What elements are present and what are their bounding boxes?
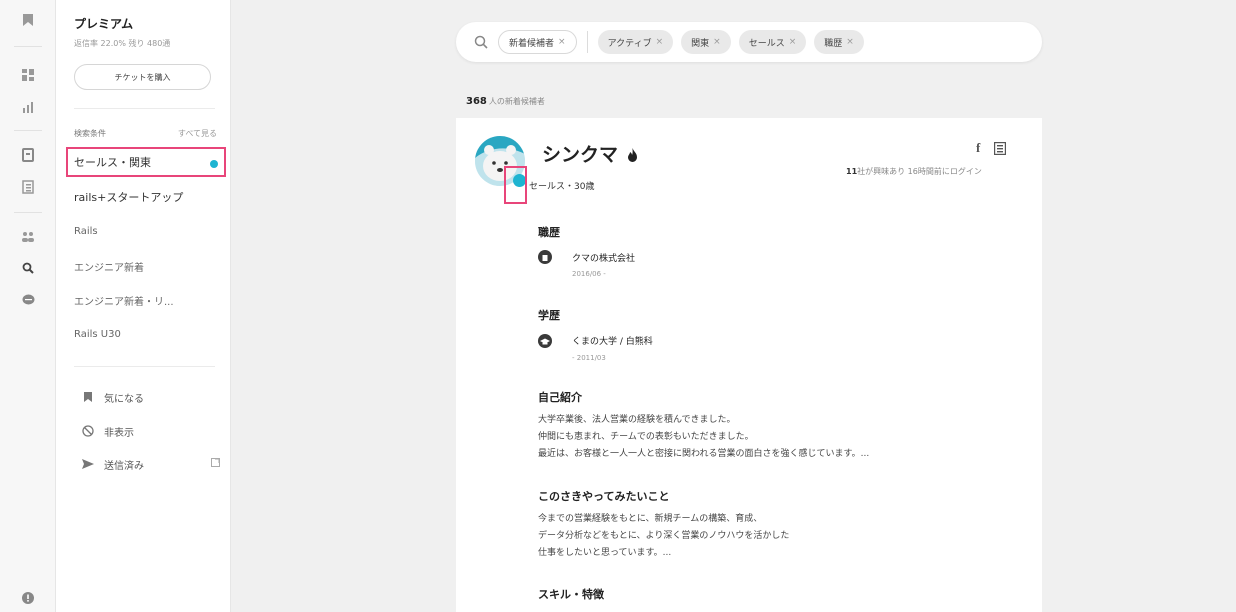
aspiration-line: 今までの営業経験をもとに、新規チームの構築、育成、: [538, 514, 763, 524]
condition-item-sales-kanto[interactable]: セールス・関東: [66, 147, 226, 177]
education-header: 学歴: [538, 309, 560, 322]
intro-line: 仲間にも恵まれ、チームでの表彰もいただきました。: [538, 432, 754, 442]
aspiration-line: 仕事をしたいと思っています。...: [538, 548, 672, 558]
condition-label: Rails: [74, 225, 98, 237]
intro-text: 大学卒業後、法人営業の経験を積んできました。 仲間にも恵まれ、チームでの表彰もい…: [538, 412, 998, 463]
skills-header: スキル・特徴: [538, 588, 604, 601]
document-icon[interactable]: [0, 143, 56, 167]
result-count-label: 人の新着候補者: [488, 97, 545, 106]
education-school: くまの大学 / 白熊科: [572, 337, 653, 347]
condition-item[interactable]: Rails: [66, 216, 226, 246]
intro-header: 自己紹介: [538, 391, 582, 404]
chip-remove-icon[interactable]: ×: [558, 37, 566, 47]
bookmark-icon: [80, 391, 96, 403]
info-icon[interactable]: [0, 586, 56, 610]
see-all-link[interactable]: すべて見る: [178, 128, 217, 139]
condition-item[interactable]: エンジニア新着・リ...: [66, 285, 226, 315]
nav-label: 気になる: [104, 393, 144, 405]
filter-chip-active[interactable]: アクティブ ×: [597, 30, 674, 54]
intro-line: 大学卒業後、法人営業の経験を積んできました。: [538, 415, 736, 425]
sidebar: プレミアム 返信率 22.0% 残り 480通 チケットを購入 検索条件 すべて…: [56, 0, 231, 612]
rail-divider: [14, 46, 42, 47]
candidate-name-text: シンクマ: [542, 144, 619, 166]
rail-divider: [14, 212, 42, 213]
interest-text: 社が興味あり 16時間前にログイン: [857, 167, 982, 176]
education-date: - 2011/03: [572, 354, 606, 362]
condition-item[interactable]: エンジニア新着: [66, 251, 226, 281]
filter-chip-career[interactable]: 職歴 ×: [814, 30, 864, 54]
candidate-name: シンクマ: [542, 140, 638, 167]
condition-label: Rails U30: [74, 328, 121, 340]
chip-remove-icon[interactable]: ×: [713, 37, 721, 47]
condition-item[interactable]: rails+スタートアップ: [66, 182, 226, 212]
chip-remove-icon[interactable]: ×: [846, 37, 854, 47]
rail-divider: [14, 130, 42, 131]
filter-chip-kanto[interactable]: 関東 ×: [681, 30, 731, 54]
dashboard-icon[interactable]: [0, 63, 56, 87]
graduation-icon: [538, 334, 552, 348]
chip-label: アクティブ: [607, 38, 652, 49]
chip-label: 職歴: [824, 38, 843, 49]
resume-icon[interactable]: [994, 142, 1007, 155]
search-conditions-header: 検索条件 すべて見る: [74, 128, 217, 139]
bar-chart-icon[interactable]: [0, 95, 56, 119]
aspiration-line: データ分析などをもとに、より深く営業のノウハウを活かした: [538, 531, 790, 541]
condition-label: rails+スタートアップ: [74, 191, 184, 204]
aspiration-header: このさきやってみたいこと: [538, 490, 670, 503]
plan-reply-rate: 返信率 22.0% 残り 480通: [74, 39, 171, 48]
chip-remove-icon[interactable]: ×: [789, 37, 797, 47]
candidate-social-links: f: [976, 140, 1007, 156]
sidebar-divider: [74, 366, 215, 367]
filter-search-bar[interactable]: 新着候補者 × アクティブ × 関東 × セールス × 職歴 ×: [456, 22, 1042, 62]
condition-label: エンジニア新着: [74, 262, 144, 274]
people-icon[interactable]: [0, 225, 56, 249]
list-icon[interactable]: [0, 175, 56, 199]
icon-rail: [0, 0, 56, 612]
chip-separator: [586, 31, 588, 53]
condition-item[interactable]: Rails U30: [66, 319, 226, 349]
search-icon: [474, 35, 488, 49]
send-icon: [80, 459, 96, 469]
nav-label: 送信済み: [104, 460, 144, 472]
status-highlight-box: [504, 166, 527, 204]
nav-interested[interactable]: 気になる: [80, 387, 220, 407]
sidebar-divider: [74, 108, 215, 109]
flame-icon: [627, 148, 638, 163]
search-conditions-label: 検索条件: [74, 129, 106, 138]
career-header: 職歴: [538, 226, 560, 239]
building-icon: [538, 250, 552, 264]
plan-title: プレミアム: [74, 17, 134, 31]
nav-hidden[interactable]: 非表示: [80, 421, 220, 441]
chip-label: 新着候補者: [509, 38, 555, 49]
chip-label: セールス: [748, 38, 785, 49]
facebook-icon[interactable]: f: [976, 140, 980, 155]
intro-line: 最近は、お客様と一人一人と密接に関われる営業の面白さを強く感じています。...: [538, 449, 870, 459]
buy-ticket-button[interactable]: チケットを購入: [74, 64, 211, 90]
result-count-number: 368: [466, 96, 487, 107]
interest-and-login: 11社が興味あり 16時間前にログイン: [846, 166, 982, 177]
nav-label: 非表示: [104, 427, 134, 439]
chip-remove-icon[interactable]: ×: [656, 37, 664, 47]
career-company: クマの株式会社: [572, 254, 636, 264]
search-icon[interactable]: [0, 256, 56, 280]
filter-chip-sales[interactable]: セールス ×: [738, 30, 807, 54]
bookmark-icon[interactable]: [0, 8, 56, 32]
external-link-icon[interactable]: [211, 458, 220, 470]
chip-label: 関東: [691, 38, 710, 49]
interest-count: 11: [846, 167, 858, 176]
candidate-subtitle: セールス・30歳: [529, 182, 595, 192]
result-count: 368 人の新着候補者: [466, 96, 545, 107]
condition-label: セールス・関東: [74, 156, 151, 169]
career-date: 2016/06 -: [572, 270, 606, 278]
ban-icon: [80, 425, 96, 437]
condition-label: エンジニア新着・リ...: [74, 296, 174, 308]
filter-chip-new[interactable]: 新着候補者 ×: [498, 30, 577, 54]
aspiration-text: 今までの営業経験をもとに、新規チームの構築、育成、 データ分析などをもとに、より…: [538, 511, 998, 562]
chat-icon[interactable]: [0, 288, 56, 312]
new-indicator-dot: [210, 160, 218, 168]
nav-sent[interactable]: 送信済み: [80, 454, 220, 474]
